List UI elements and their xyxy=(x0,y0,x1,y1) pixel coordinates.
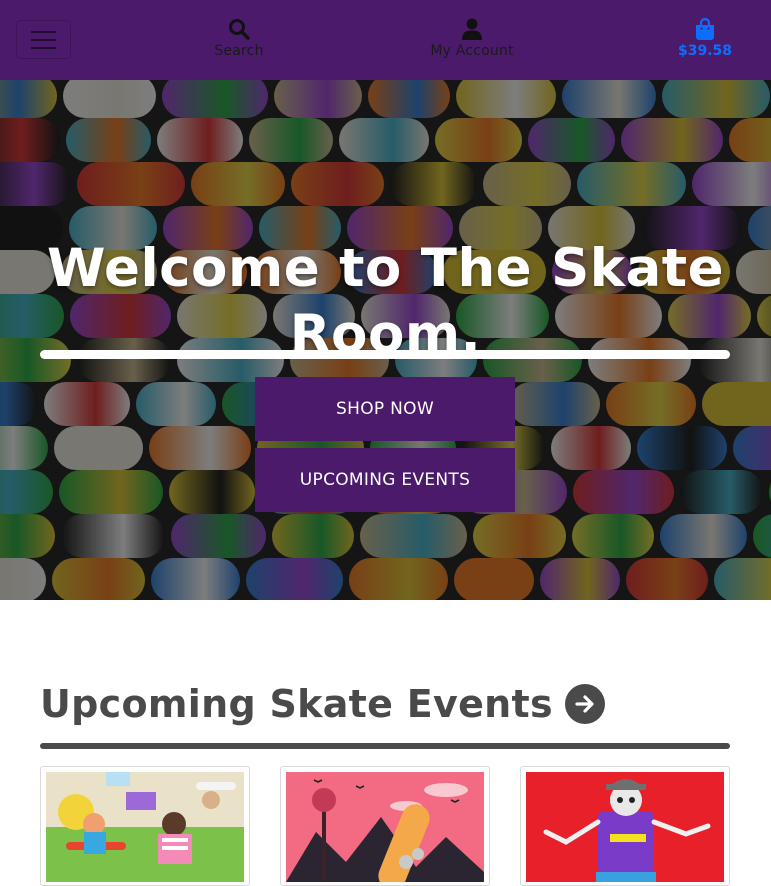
hamburger-icon xyxy=(31,30,56,33)
event-card[interactable] xyxy=(520,766,730,886)
search-icon xyxy=(228,16,250,40)
event-card[interactable] xyxy=(40,766,250,886)
upcoming-events-button[interactable]: UPCOMING EVENTS xyxy=(255,448,515,512)
bag-total: $39.58 xyxy=(677,43,733,59)
hero-title: Welcome to The Skate Room. xyxy=(46,237,725,365)
menu-toggle-button[interactable] xyxy=(16,20,71,59)
shop-now-button[interactable]: SHOP NOW xyxy=(255,377,515,441)
search-link[interactable]: Search xyxy=(207,16,271,59)
event-image-sunset-skateboard xyxy=(286,772,484,882)
shopping-bag-icon xyxy=(695,16,715,40)
event-image-skaters-illustration xyxy=(46,772,244,882)
event-card[interactable] xyxy=(280,766,490,886)
hero-banner: Welcome to The Skate Room. SHOP NOW UPCO… xyxy=(0,80,771,600)
user-icon xyxy=(462,16,482,40)
search-label: Search xyxy=(214,43,264,59)
top-navbar: Search My Account $39.58 xyxy=(0,0,771,80)
shopping-bag-link[interactable]: $39.58 xyxy=(672,16,738,59)
section-title-text: Upcoming Skate Events xyxy=(40,682,553,726)
upcoming-events-heading[interactable]: Upcoming Skate Events xyxy=(40,678,605,730)
section-divider xyxy=(40,743,730,749)
arrow-right-circle-icon[interactable] xyxy=(564,684,605,724)
my-account-label: My Account xyxy=(430,43,514,59)
my-account-link[interactable]: My Account xyxy=(422,16,522,59)
event-image-skeleton-skater xyxy=(526,772,724,882)
hero-divider xyxy=(40,350,730,359)
